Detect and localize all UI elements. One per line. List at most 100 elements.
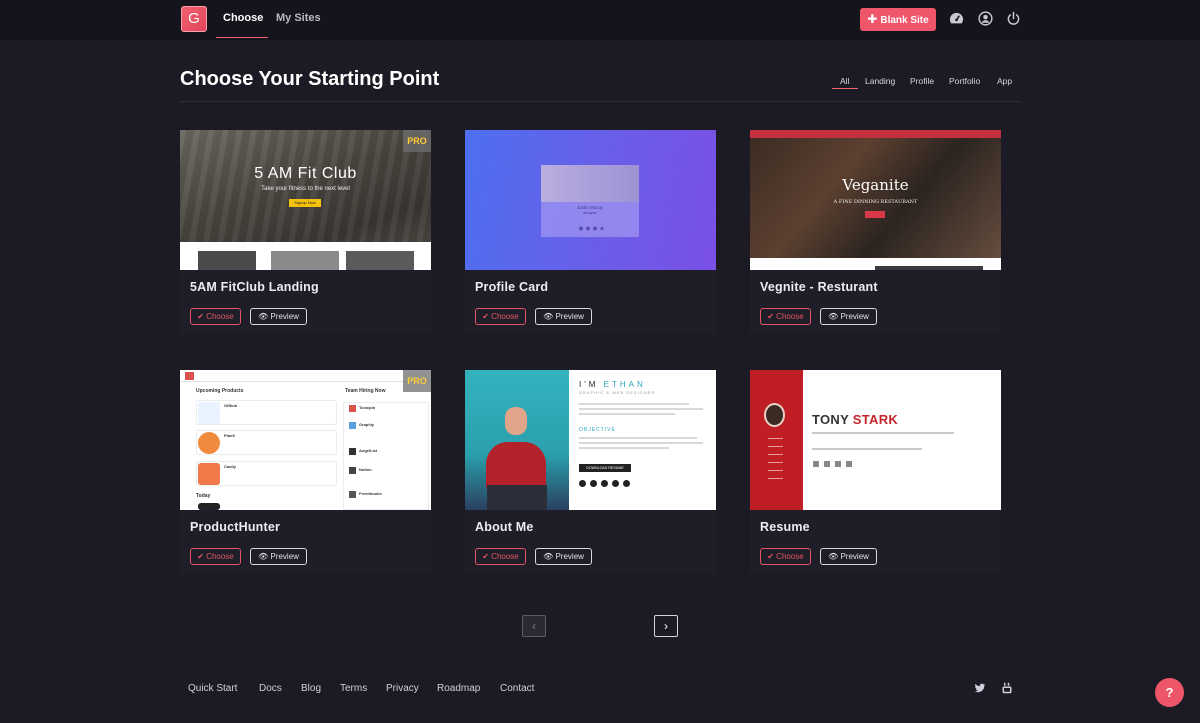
thumb-job-name: Freshbooks: [359, 491, 382, 496]
preview-button[interactable]: 👁 Preview: [535, 308, 592, 325]
app-logo[interactable]: G: [181, 6, 207, 32]
thumb-job-icon: [349, 405, 356, 412]
power-icon[interactable]: [1006, 11, 1021, 26]
choose-button[interactable]: ✔ Choose: [760, 548, 811, 565]
thumb-text-line: [579, 447, 669, 449]
pagination-next-button[interactable]: ›: [654, 615, 678, 637]
twitter-icon[interactable]: [974, 682, 986, 694]
template-title: 5AM FitClub Landing: [190, 280, 319, 294]
template-card: Upcoming Products Team Hiring Now Offhub…: [180, 370, 431, 574]
pro-badge: PRO: [403, 370, 431, 392]
thumb-photo-person: [487, 485, 547, 510]
thumb-role: GRAPHIC & WEB DESIGNER: [579, 390, 656, 395]
thumb-cta: [865, 211, 885, 218]
template-card: 5 AM Fit Club Take your fitness to the n…: [180, 130, 431, 334]
template-title: About Me: [475, 520, 534, 534]
filter-landing[interactable]: Landing: [865, 76, 895, 86]
filter-all[interactable]: All: [840, 76, 849, 86]
template-thumbnail[interactable]: Upcoming Products Team Hiring Now Offhub…: [180, 370, 431, 510]
thumb-social-icon: [623, 480, 630, 487]
thumb-navbar: [750, 130, 1001, 138]
preview-button[interactable]: 👁 Preview: [535, 548, 592, 565]
preview-button[interactable]: 👁 Preview: [820, 308, 877, 325]
page-title: Choose Your Starting Point: [180, 68, 440, 90]
thumb-job-name: AngelList: [359, 448, 378, 453]
thumb-social-icon: [579, 480, 586, 487]
template-title: ProductHunter: [190, 520, 281, 534]
thumb-social-icons: [579, 226, 604, 231]
choose-button[interactable]: ✔ Choose: [475, 548, 526, 565]
template-thumbnail[interactable]: I'M ETHAN GRAPHIC & WEB DESIGNER OBJECTI…: [465, 370, 716, 510]
nav-choose[interactable]: Choose: [223, 12, 263, 24]
thumb-social-icon: [824, 461, 830, 467]
choose-button[interactable]: ✔ Choose: [190, 548, 241, 565]
footer-link-roadmap[interactable]: Roadmap: [437, 683, 480, 694]
footer-link-terms[interactable]: Terms: [340, 683, 367, 694]
thumb-product-icon: [198, 432, 220, 454]
thumb-download-button: DOWNLOAD RESUME: [579, 464, 631, 472]
footer-link-docs[interactable]: Docs: [259, 683, 282, 694]
filter-profile[interactable]: Profile: [910, 76, 934, 86]
thumb-job-icon: [349, 491, 356, 498]
thumb-tagline: Take your fitness to the next level: [261, 186, 350, 192]
thumb-photo-person: [505, 407, 527, 435]
pro-badge: PRO: [403, 130, 431, 152]
thumb-photo: [198, 251, 256, 270]
thumb-avatar: [764, 403, 785, 427]
thumb-social-icon: [846, 461, 852, 467]
thumb-text-line: [579, 442, 703, 444]
account-icon[interactable]: [978, 11, 993, 26]
filter-app[interactable]: App: [997, 76, 1012, 86]
template-card: I'M ETHAN GRAPHIC & WEB DESIGNER OBJECTI…: [465, 370, 716, 574]
dashboard-icon[interactable]: [949, 11, 964, 26]
thumb-product-name: Offhub: [224, 403, 238, 408]
thumb-menu-item: [768, 470, 783, 471]
thumb-navbar: [180, 370, 431, 382]
footer-link-contact[interactable]: Contact: [500, 683, 534, 694]
help-button[interactable]: ?: [1155, 678, 1184, 707]
template-thumbnail[interactable]: Veganite A FINE DINNING RESTAURANT: [750, 130, 1001, 270]
thumb-job-name: Notion: [359, 467, 372, 472]
preview-button[interactable]: 👁 Preview: [250, 308, 307, 325]
thumb-heading: Team Hiring Now: [345, 388, 386, 394]
thumb-headline: Veganite: [842, 176, 909, 194]
thumb-objective: OBJECTIVE: [579, 427, 616, 433]
thumb-text-line: [579, 437, 697, 439]
template-card: Justin Mccoy designer Profile Card ✔ Choo…: [465, 130, 716, 334]
thumb-job-icon: [349, 422, 356, 429]
thumb-cta: Signup Now: [289, 199, 321, 207]
template-thumbnail[interactable]: TONY STARK: [750, 370, 1001, 510]
preview-button[interactable]: 👁 Preview: [820, 548, 877, 565]
template-thumbnail[interactable]: 5 AM Fit Club Take your fitness to the n…: [180, 130, 431, 270]
thumb-logo: [185, 372, 194, 380]
thumb-heading: Today: [196, 493, 211, 499]
thumb-job-name: Toxicpin: [359, 405, 376, 410]
youtube-icon[interactable]: [1001, 682, 1013, 694]
thumb-text-line: [812, 432, 954, 434]
thumb-tagline: A FINE DINNING RESTAURANT: [833, 199, 918, 205]
filter-portfolio[interactable]: Portfolio: [949, 76, 980, 86]
thumb-text-line: [579, 413, 675, 415]
thumb-menu-item: [768, 438, 783, 439]
thumb-menu-item: [768, 446, 783, 447]
thumb-social-icon: [835, 461, 841, 467]
template-thumbnail[interactable]: Justin Mccoy designer: [465, 130, 716, 270]
pagination-prev-button[interactable]: ‹: [522, 615, 546, 637]
template-title: Profile Card: [475, 280, 549, 294]
thumb-menu-item: [768, 454, 783, 455]
blank-site-button[interactable]: ✚ Blank Site: [860, 8, 936, 31]
choose-button[interactable]: ✔ Choose: [475, 308, 526, 325]
thumb-job-icon: [349, 467, 356, 474]
thumb-text-line: [579, 408, 703, 410]
footer-link-quick-start[interactable]: Quick Start: [188, 683, 237, 694]
thumb-sidebar: [750, 370, 803, 510]
choose-button[interactable]: ✔ Choose: [190, 308, 241, 325]
nav-my-sites[interactable]: My Sites: [276, 12, 321, 24]
preview-button[interactable]: 👁 Preview: [250, 548, 307, 565]
thumb-job-icon: [349, 448, 356, 455]
blank-site-label: Blank Site: [880, 15, 929, 26]
thumb-headline: 5 AM Fit Club: [254, 165, 357, 182]
choose-button[interactable]: ✔ Choose: [760, 308, 811, 325]
footer-link-blog[interactable]: Blog: [301, 683, 321, 694]
footer-link-privacy[interactable]: Privacy: [386, 683, 419, 694]
